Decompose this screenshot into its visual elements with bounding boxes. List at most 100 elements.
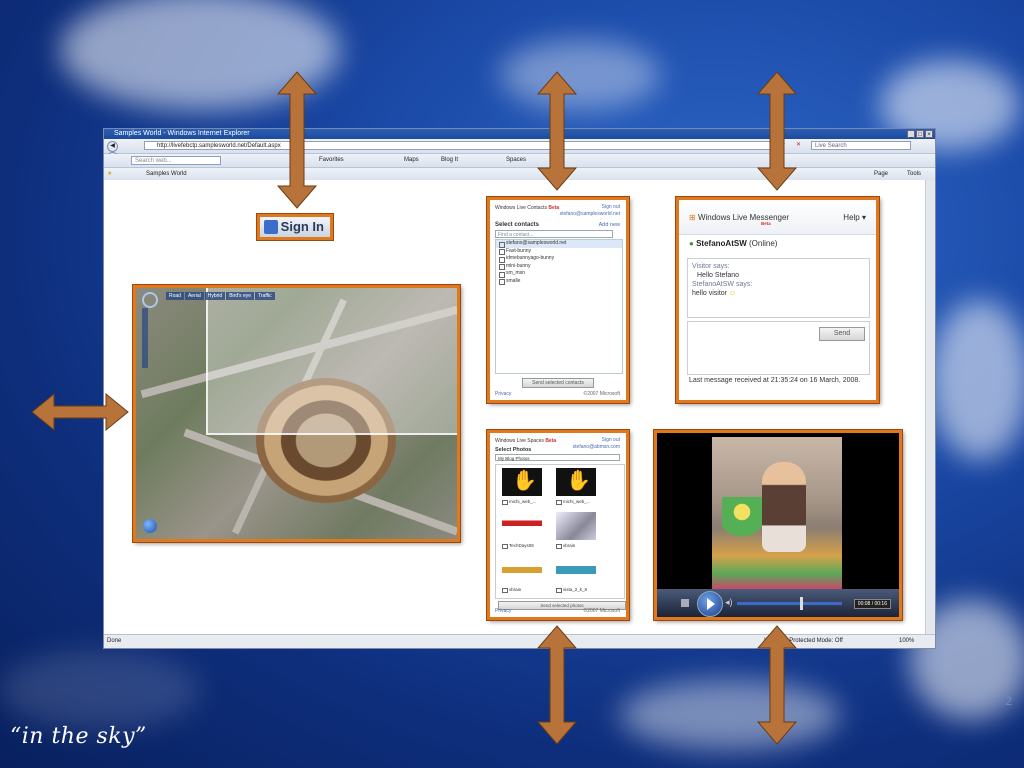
photos-logo: Windows Live Spaces Beta	[495, 438, 557, 444]
privacy-link[interactable]: Privacy	[495, 608, 511, 614]
maximize-button[interactable]: □	[916, 130, 924, 138]
toolbar-row: Search web... Favorites Maps Blog It Spa…	[104, 154, 935, 168]
map-mode-hybrid[interactable]: Hybrid	[204, 292, 226, 300]
presence-icon: ●	[689, 239, 694, 248]
address-input[interactable]: http://livefebctp.samplesworld.net/Defau…	[144, 141, 774, 150]
map-selection-overlay	[206, 288, 457, 435]
minimize-button[interactable]: _	[907, 130, 915, 138]
contacts-logo: Windows Live Contacts Beta	[495, 205, 560, 211]
photo-thumbnail[interactable]	[502, 556, 542, 584]
vertical-scrollbar[interactable]	[925, 180, 935, 635]
sign-in-label: Sign In	[280, 219, 324, 234]
copyright-text: ©2007 Microsoft	[583, 391, 620, 397]
contact-item[interactable]: idmebunnyago-bunny	[496, 255, 622, 263]
send-contacts-button[interactable]: Send selected contacts	[522, 378, 594, 388]
privacy-link[interactable]: Privacy	[495, 391, 511, 397]
photos-heading: Select Photos	[495, 447, 532, 453]
map-mode-birdseye[interactable]: Bird's eye	[226, 292, 254, 300]
status-text: Done	[107, 638, 122, 644]
browser-title: Samples World - Windows Internet Explore…	[114, 130, 250, 137]
windows-flag-icon: ⊞	[689, 213, 696, 222]
status-bar: Done Internet | Protected Mode: Off 100%	[104, 634, 935, 648]
contacts-signout-link[interactable]: Sign out	[602, 204, 620, 210]
baby-figure	[762, 462, 806, 552]
address-bar-row: ◀▶ http://livefebctp.samplesworld.net/De…	[104, 139, 935, 163]
toy-table	[722, 497, 762, 547]
sign-in-button[interactable]: Sign In	[257, 214, 333, 240]
photo-thumbnail[interactable]: ✋	[502, 468, 542, 496]
messenger-help-menu[interactable]: Help ▾	[843, 213, 866, 222]
video-controls: ◂) 00:08 / 00:16	[657, 589, 899, 617]
add-new-contact-link[interactable]: Add new	[599, 222, 620, 228]
album-select[interactable]: My Blog Photos	[495, 454, 620, 461]
messenger-beta-badge: Beta	[761, 221, 771, 226]
photo-thumbnail[interactable]	[556, 556, 596, 584]
contact-item[interactable]: mini-bunny	[496, 263, 622, 271]
slide-number: 2	[1005, 694, 1012, 708]
video-player: ◂) 00:08 / 00:16	[654, 430, 902, 620]
copyright-text: ©2007 Microsoft	[583, 608, 620, 614]
contacts-control: Windows Live Contacts Beta Sign out stefa…	[487, 197, 629, 403]
map-mode-aerial[interactable]: Aerial	[184, 292, 204, 300]
photo-label[interactable]: vbrain	[556, 543, 575, 549]
chat-history: Visitor says: Hello Stefano StefanoAtSW …	[687, 258, 870, 318]
last-message-status: Last message received at 21:35:24 on 16 …	[689, 377, 861, 384]
contact-item[interactable]: sm_msn	[496, 270, 622, 278]
virtual-earth-logo-icon	[143, 519, 157, 533]
photo-label[interactable]: michi_web_...	[556, 499, 591, 505]
zoom-level[interactable]: 100%	[899, 635, 914, 648]
smiley-icon: ☺	[728, 290, 737, 297]
messenger-logo: ⊞ Windows Live Messenger	[689, 213, 790, 222]
messenger-control: ⊞ Windows Live Messenger Beta Help ▾ ● S…	[676, 197, 879, 403]
map-mode-road[interactable]: Road	[166, 292, 184, 300]
favorites-link[interactable]: Favorites	[319, 154, 344, 167]
map-compass-icon[interactable]	[142, 292, 158, 308]
video-frame[interactable]	[712, 437, 842, 589]
map-zoom-bar[interactable]	[142, 308, 148, 368]
stop-icon[interactable]	[681, 599, 689, 607]
arrow-up-down-icon	[276, 71, 318, 209]
arrow-up-down-icon	[536, 625, 578, 745]
seek-handle[interactable]	[800, 597, 803, 610]
live-search-input[interactable]: Live Search	[811, 141, 911, 150]
map-mode-traffic[interactable]: Traffic	[255, 292, 275, 300]
photo-label[interactable]: vbrain	[502, 587, 521, 593]
seek-bar[interactable]	[737, 602, 842, 605]
blog-it-link[interactable]: Blog It	[441, 154, 458, 167]
contact-item[interactable]: Fast-bunny	[496, 248, 622, 256]
arrow-up-down-icon	[756, 71, 798, 191]
photo-label[interactable]: TechDays08	[502, 543, 534, 549]
contact-item[interactable]: smalle	[496, 278, 622, 286]
contacts-heading: Select contacts	[495, 222, 540, 228]
video-time: 00:08 / 00:16	[853, 599, 891, 609]
play-icon[interactable]	[697, 591, 723, 617]
messenger-user: ● StefanoAtSW (Online)	[689, 239, 778, 248]
windows-live-icon	[264, 220, 278, 234]
back-icon[interactable]: ◀	[107, 141, 118, 152]
photos-signout-link[interactable]: Sign out	[602, 437, 620, 443]
contact-list: stefano@samplesworld.net Fast-bunny idme…	[495, 239, 623, 374]
close-button[interactable]: ×	[925, 130, 933, 138]
arrow-up-down-icon	[756, 625, 798, 745]
virtual-earth-map[interactable]: Road Aerial Hybrid Bird's eye Traffic	[133, 285, 460, 542]
contact-item[interactable]: stefano@samplesworld.net	[496, 240, 622, 248]
spaces-link[interactable]: Spaces	[506, 154, 526, 167]
arrow-left-right-icon	[31, 392, 129, 432]
maps-link[interactable]: Maps	[404, 154, 419, 167]
photo-label[interactable]: michi_web_...	[502, 499, 537, 505]
find-contact-input[interactable]: Find a contact...	[495, 230, 613, 238]
map-mode-selector: Road Aerial Hybrid Bird's eye Traffic	[166, 292, 275, 300]
photo-thumbnail[interactable]	[502, 512, 542, 540]
slide-caption: “in the sky”	[10, 724, 147, 749]
photo-label[interactable]: vista_2_k_8	[556, 587, 587, 593]
photos-control: Windows Live Spaces Beta Sign out stefano…	[487, 430, 629, 620]
arrow-up-down-icon	[536, 71, 578, 191]
volume-icon[interactable]: ◂)	[725, 597, 733, 608]
photo-thumbnail[interactable]	[556, 512, 596, 540]
send-message-button[interactable]: Send	[819, 327, 865, 341]
toolbar-search-input[interactable]: Search web...	[131, 156, 221, 165]
photos-account: stefano@abmsn.com	[572, 444, 620, 450]
photo-thumbnail[interactable]: ✋	[556, 468, 596, 496]
contacts-account: stefano@samplesworld.net	[559, 211, 620, 217]
browser-titlebar: Samples World - Windows Internet Explore…	[104, 129, 935, 139]
